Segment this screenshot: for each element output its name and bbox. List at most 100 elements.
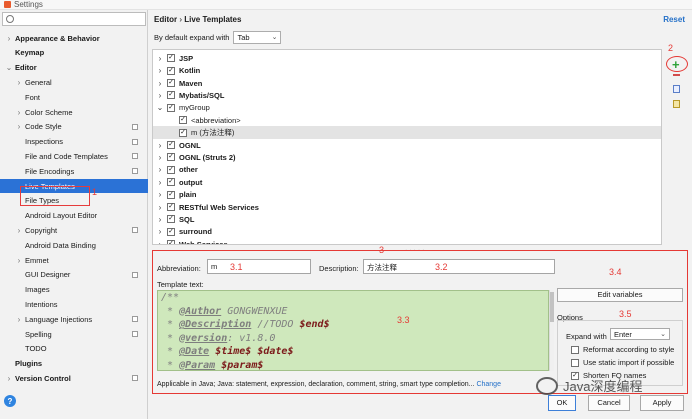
sidebar-item[interactable]: GUI Designer (0, 268, 148, 282)
template-group[interactable]: › ✓ Maven (153, 77, 661, 90)
chevron-right-icon[interactable]: › (156, 178, 164, 187)
cancel-button[interactable]: Cancel (588, 395, 630, 411)
scrollbar-thumb[interactable] (550, 292, 554, 322)
sidebar-item[interactable]: Intentions (0, 297, 148, 311)
chevron-right-icon[interactable]: › (156, 153, 164, 162)
chevron-right-icon[interactable]: › (156, 141, 164, 150)
chevron-right-icon[interactable]: › (15, 78, 23, 87)
chevron-right-icon[interactable]: › (15, 108, 23, 117)
add-icon[interactable]: + (672, 57, 680, 72)
expand-with-select[interactable]: Enter ⌄ (610, 328, 670, 340)
template-group[interactable]: › ✓ OGNL (153, 139, 661, 152)
help-icon[interactable]: ? (4, 395, 16, 407)
template-checkbox[interactable]: ✓ (167, 227, 175, 236)
sidebar-item[interactable]: Font (0, 90, 148, 104)
sidebar-item[interactable]: › Version Control (0, 371, 148, 385)
ok-button[interactable]: OK (548, 395, 576, 411)
reformat-option[interactable]: Reformat according to style (571, 345, 674, 354)
chevron-right-icon[interactable]: › (156, 203, 164, 212)
sidebar-item[interactable]: File Encodings (0, 164, 148, 178)
chevron-right-icon[interactable]: › (156, 215, 164, 224)
template-group[interactable]: › ✓ other (153, 164, 661, 177)
chevron-right-icon[interactable]: › (15, 315, 23, 324)
template-group[interactable]: › ✓ Kotlin (153, 64, 661, 77)
template-checkbox[interactable]: ✓ (167, 103, 175, 112)
copy-icon[interactable] (673, 85, 680, 93)
template-group[interactable]: › ✓ Mybatis/SQL (153, 89, 661, 102)
template-group[interactable]: › ✓ plain (153, 188, 661, 201)
chevron-right-icon[interactable]: › (156, 91, 164, 100)
sidebar-item[interactable]: ⌄ Editor (0, 61, 148, 75)
template-item[interactable]: ✓ m (方法注释) (153, 126, 661, 139)
template-checkbox[interactable]: ✓ (167, 79, 175, 88)
sidebar-item[interactable]: Plugins (0, 357, 148, 371)
static-import-checkbox[interactable] (571, 358, 579, 367)
template-checkbox[interactable]: ✓ (179, 128, 187, 137)
template-checkbox[interactable]: ✓ (179, 116, 187, 125)
template-checkbox[interactable]: ✓ (167, 141, 175, 150)
template-group[interactable]: › ✓ RESTful Web Services (153, 201, 661, 214)
sidebar-item[interactable]: TODO (0, 342, 148, 356)
sidebar-item[interactable]: File and Code Templates (0, 149, 148, 163)
default-expand-select[interactable]: Tab ⌄ (233, 31, 282, 44)
sidebar-item[interactable]: › Copyright (0, 223, 148, 237)
static-import-option[interactable]: Use static import if possible (571, 358, 674, 367)
description-input[interactable]: 方法注释 (363, 259, 555, 274)
chevron-right-icon[interactable]: › (156, 227, 164, 236)
change-context-icon[interactable] (673, 100, 680, 108)
sidebar-item[interactable]: Images (0, 283, 148, 297)
template-checkbox[interactable]: ✓ (167, 190, 175, 199)
sidebar-item[interactable]: › Appearance & Behavior (0, 31, 148, 45)
template-checkbox[interactable]: ✓ (167, 203, 175, 212)
chevron-right-icon[interactable]: › (15, 256, 23, 265)
template-item[interactable]: ✓ <abbreviation> (153, 114, 661, 127)
sidebar-item[interactable]: Keymap (0, 46, 148, 60)
template-text-editor[interactable]: /** * @Author GONGWENXUE * @Description … (157, 290, 549, 371)
template-group[interactable]: › ✓ Web Services (153, 238, 661, 244)
abbreviation-input[interactable]: m (207, 259, 311, 274)
apply-button[interactable]: Apply (640, 395, 684, 411)
chevron-right-icon[interactable]: › (15, 122, 23, 131)
reset-link[interactable]: Reset (663, 15, 685, 24)
sidebar-item[interactable]: › General (0, 75, 148, 89)
template-group[interactable]: ⌄ ✓ myGroup (153, 102, 661, 115)
template-checkbox[interactable]: ✓ (167, 165, 175, 174)
template-checkbox[interactable]: ✓ (167, 240, 175, 244)
chevron-right-icon[interactable]: › (156, 79, 164, 88)
chevron-right-icon[interactable]: › (156, 165, 164, 174)
edit-variables-button[interactable]: Edit variables (557, 288, 683, 302)
chevron-down-icon[interactable]: ⌄ (156, 103, 164, 112)
change-context-link[interactable]: Change (476, 381, 501, 388)
template-checkbox[interactable]: ✓ (167, 54, 175, 63)
template-group[interactable]: › ✓ JSP (153, 52, 661, 65)
chevron-right-icon[interactable]: › (5, 374, 13, 383)
sidebar-item[interactable]: › Color Scheme (0, 105, 148, 119)
template-checkbox[interactable]: ✓ (167, 178, 175, 187)
chevron-right-icon[interactable]: › (15, 226, 23, 235)
sidebar-item[interactable]: Spelling (0, 327, 148, 341)
chevron-down-icon[interactable]: ⌄ (5, 63, 13, 72)
sidebar-item[interactable]: › Code Style (0, 120, 148, 134)
sidebar-item[interactable]: Inspections (0, 135, 148, 149)
template-checkbox[interactable]: ✓ (167, 153, 175, 162)
reformat-checkbox[interactable] (571, 345, 579, 354)
chevron-right-icon[interactable]: › (5, 34, 13, 43)
chevron-right-icon[interactable]: › (156, 190, 164, 199)
template-text-scrollbar[interactable] (549, 290, 554, 371)
sidebar-item[interactable]: Android Data Binding (0, 238, 148, 252)
template-checkbox[interactable]: ✓ (167, 91, 175, 100)
sidebar-item[interactable]: Android Layout Editor (0, 209, 148, 223)
template-group[interactable]: › ✓ output (153, 176, 661, 189)
chevron-right-icon[interactable]: › (156, 240, 164, 244)
sidebar-item[interactable]: › Emmet (0, 253, 148, 267)
template-checkbox[interactable]: ✓ (167, 66, 175, 75)
sidebar-item[interactable]: › Language Injections (0, 312, 148, 326)
settings-search-input[interactable] (2, 12, 146, 26)
template-group[interactable]: › ✓ OGNL (Struts 2) (153, 151, 661, 164)
template-group[interactable]: › ✓ SQL (153, 213, 661, 226)
remove-icon[interactable] (673, 74, 680, 76)
chevron-right-icon[interactable]: › (156, 54, 164, 63)
template-group[interactable]: › ✓ surround (153, 226, 661, 239)
template-checkbox[interactable]: ✓ (167, 215, 175, 224)
chevron-right-icon[interactable]: › (156, 66, 164, 75)
